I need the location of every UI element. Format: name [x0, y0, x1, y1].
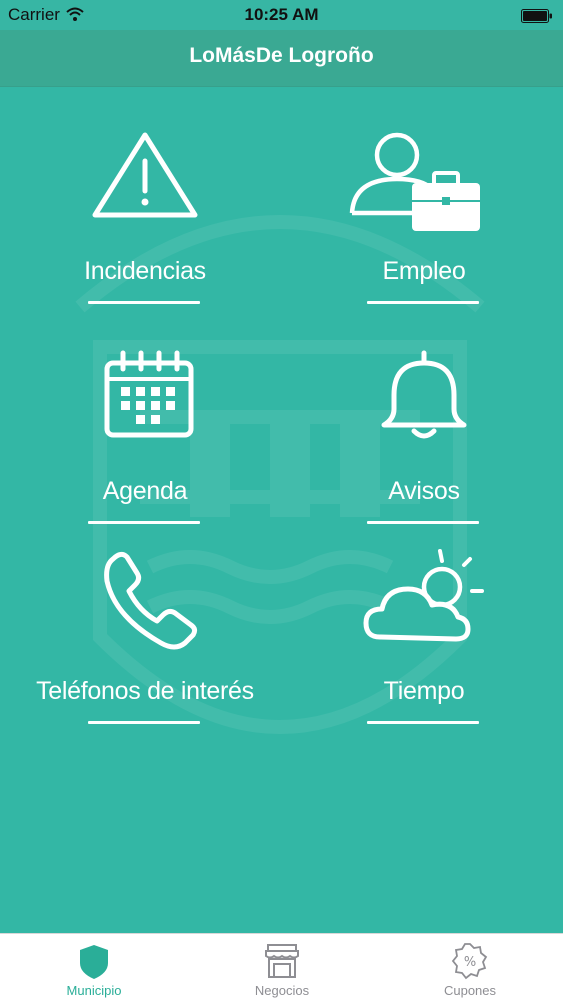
tile-telefonos[interactable]: Teléfonos de interés: [35, 547, 255, 727]
tile-underline: [367, 301, 479, 304]
tab-label: Municipio: [66, 983, 122, 998]
tab-label: Negocios: [254, 983, 310, 998]
tab-negocios[interactable]: Negocios: [188, 934, 376, 1001]
tile-underline: [88, 721, 200, 724]
tile-underline: [367, 521, 479, 524]
svg-text:%: %: [464, 955, 476, 970]
store-icon: [265, 944, 299, 978]
employee-briefcase-icon: [349, 132, 480, 231]
tile-avisos[interactable]: Avisos: [314, 347, 534, 527]
nav-header: LoMásDe Logroño: [0, 30, 563, 87]
bell-icon: [381, 350, 467, 439]
tab-bar: Municipio Negocios % Cupones: [0, 933, 563, 1001]
tile-label: Tiempo: [383, 677, 465, 705]
tile-underline: [88, 301, 200, 304]
tile-tiempo[interactable]: Tiempo: [314, 547, 534, 727]
tab-cupones[interactable]: % Cupones: [376, 934, 563, 1001]
tab-label: Cupones: [443, 983, 497, 998]
warning-icon: [92, 132, 198, 218]
tile-incidencias[interactable]: Incidencias: [35, 127, 255, 307]
tab-municipio[interactable]: Municipio: [0, 934, 188, 1001]
tile-label: Teléfonos de interés: [36, 677, 254, 705]
shield-icon: [80, 945, 108, 979]
tile-label: Agenda: [102, 477, 188, 505]
tile-underline: [367, 721, 479, 724]
battery-icon: [521, 8, 553, 28]
tile-underline: [88, 521, 200, 524]
tile-empleo[interactable]: Empleo: [314, 127, 534, 307]
tile-agenda[interactable]: Agenda: [35, 347, 255, 527]
main-menu: Incidencias Empleo Agenda Avisos Teléfon…: [0, 87, 563, 933]
tile-label: Empleo: [382, 257, 466, 285]
weather-icon: [363, 549, 484, 642]
tile-label: Incidencias: [84, 257, 206, 285]
percent-badge-icon: %: [451, 943, 488, 980]
phone-icon: [104, 551, 198, 650]
status-bar: Carrier 10:25 AM: [0, 0, 563, 30]
calendar-icon: [104, 350, 194, 438]
tile-label: Avisos: [388, 477, 460, 505]
page-title: LoMásDe Logroño: [189, 44, 374, 67]
status-time: 10:25 AM: [244, 5, 319, 24]
